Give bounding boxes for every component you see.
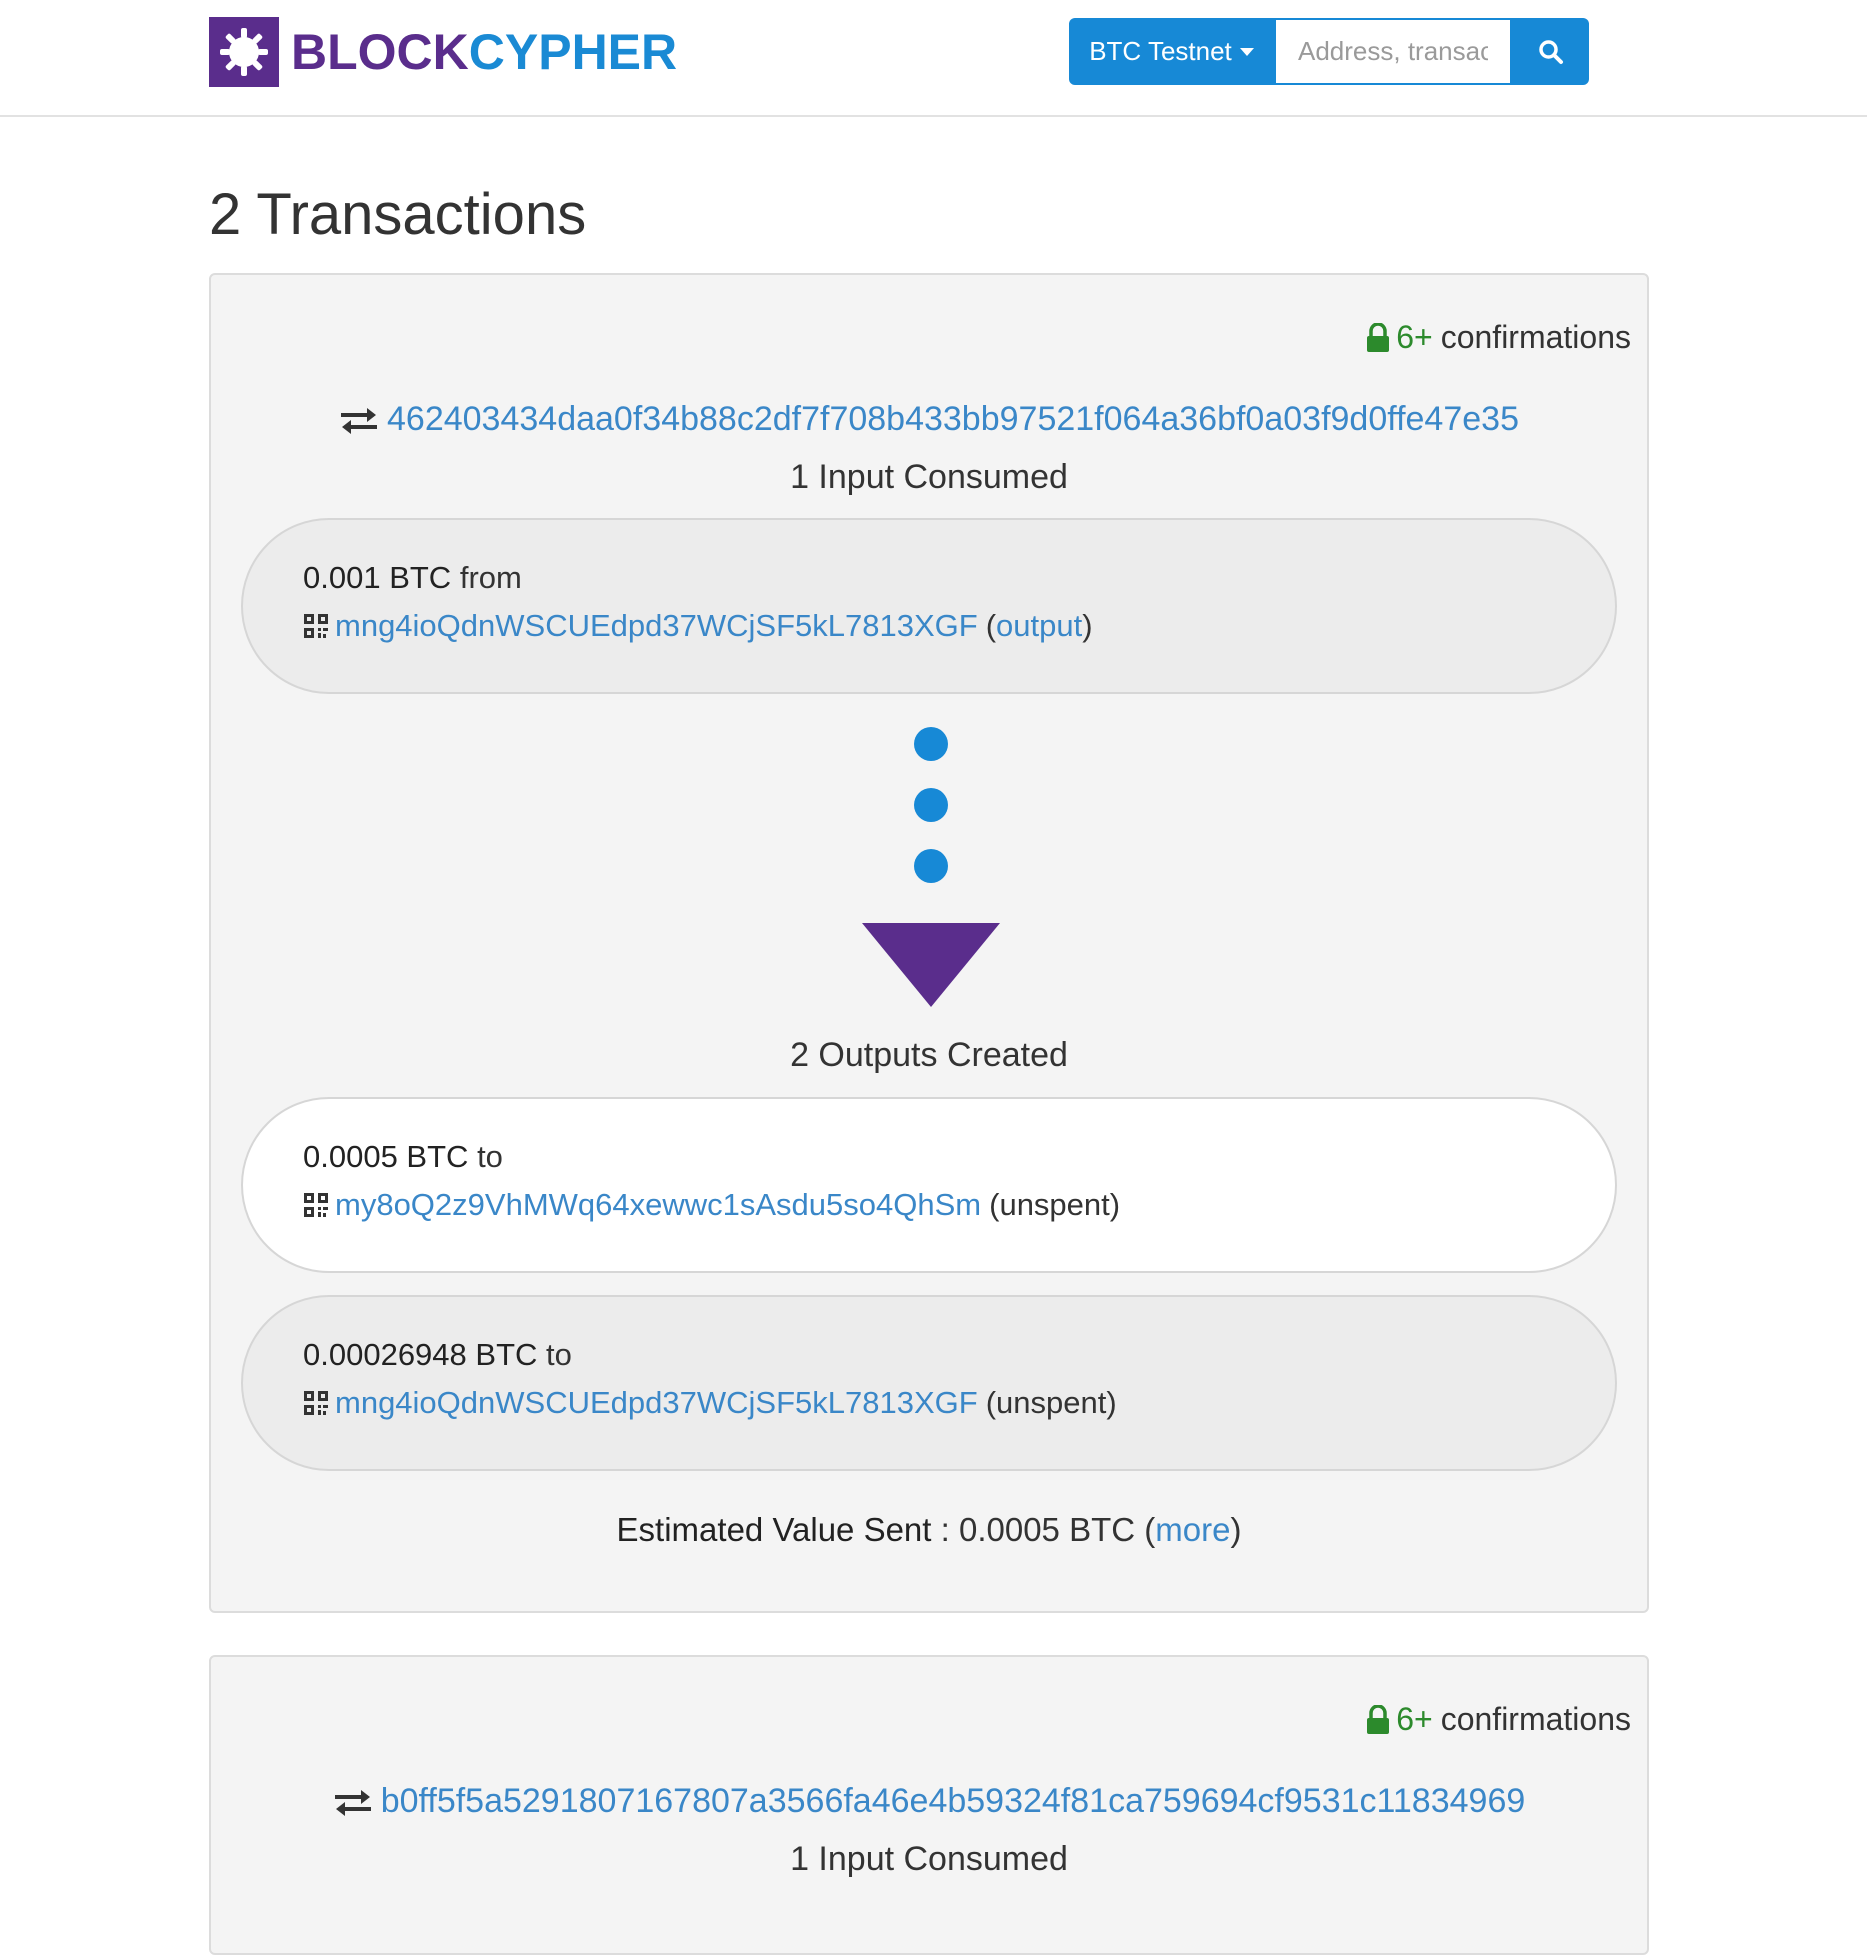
logo-text-cypher: CYPHER: [468, 24, 678, 80]
tx-hash-link[interactable]: b0ff5f5a5291807167807a3566fa46e4b59324f8…: [381, 1782, 1526, 1821]
confirmations-count: 6+: [1396, 319, 1433, 355]
qr-code-icon[interactable]: [303, 613, 329, 639]
tx-hash-row: b0ff5f5a5291807167807a3566fa46e4b59324f8…: [211, 1782, 1647, 1821]
flow-arrow-down-icon: [862, 923, 1000, 1007]
qr-code-icon[interactable]: [303, 1192, 329, 1218]
blockcypher-logo[interactable]: BLOCKCYPHER: [209, 17, 677, 87]
output-address-line: my8oQ2z9VhMWq64xewwc1sAsdu5so4QhSm (unsp…: [303, 1187, 1120, 1223]
qr-code-icon[interactable]: [303, 1390, 329, 1416]
estimated-value-amount: 0.0005 BTC: [958, 1511, 1136, 1548]
tx-hash-link[interactable]: 462403434daa0f34b88c2df7f708b433bb97521f…: [387, 400, 1519, 439]
output-address-line: mng4ioQdnWSCUEdpd37WCjSF5kL7813XGF (unsp…: [303, 1385, 1117, 1421]
exchange-arrows-icon: [339, 405, 387, 435]
search-input[interactable]: [1274, 18, 1512, 85]
lock-icon: [1366, 322, 1390, 353]
outputs-label: 2 Outputs Created: [790, 1036, 1068, 1074]
tx-hash-row: 462403434daa0f34b88c2df7f708b433bb97521f…: [211, 400, 1647, 439]
input-address-link[interactable]: mng4ioQdnWSCUEdpd37WCjSF5kL7813XGF: [335, 608, 978, 644]
estimated-value: Estimated Value Sent : 0.0005 BTC (more): [211, 1511, 1647, 1549]
confirmations-label: confirmations: [1440, 319, 1631, 355]
output-item: 0.00026948 BTC to mng4ioQdnWSCUEdpd37WCj…: [241, 1295, 1617, 1471]
page-title: 2 Transactions: [209, 182, 587, 247]
output-amount: 0.00026948 BTC: [303, 1337, 538, 1372]
output-item: 0.0005 BTC to my8oQ2z9VhMWq64xewwc1sAsdu…: [241, 1097, 1617, 1273]
output-direction: to: [477, 1139, 503, 1174]
transaction-card: 6+ confirmations 462403434daa0f34b88c2df…: [209, 273, 1649, 1613]
input-amount: 0.001 BTC: [303, 560, 452, 595]
network-dropdown[interactable]: BTC Testnet: [1069, 18, 1274, 85]
confirmations-badge: 6+ confirmations: [1366, 1701, 1631, 1738]
output-amount-line: 0.0005 BTC to: [303, 1139, 503, 1175]
output-amount: 0.0005 BTC: [303, 1139, 469, 1174]
output-direction: to: [546, 1337, 572, 1372]
inputs-label: 1 Input Consumed: [790, 1840, 1068, 1878]
search-icon: [1537, 38, 1565, 66]
more-paren-open: (: [1135, 1511, 1156, 1548]
confirmations-badge: 6+ confirmations: [1366, 319, 1631, 356]
output-status: (unspent): [989, 1187, 1121, 1222]
estimated-value-label: Estimated Value Sent: [616, 1511, 932, 1548]
more-paren-close: ): [1230, 1511, 1242, 1548]
estimated-value-separator: :: [931, 1511, 959, 1548]
transaction-card: 6+ confirmations b0ff5f5a5291807167807a3…: [209, 1655, 1649, 1955]
flow-dot: [914, 788, 948, 822]
input-paren-open: (: [985, 608, 997, 643]
network-dropdown-label: BTC Testnet: [1089, 36, 1232, 66]
logo-text-block: BLOCK: [291, 24, 469, 80]
lock-icon: [1366, 1704, 1390, 1735]
output-address-link[interactable]: mng4ioQdnWSCUEdpd37WCjSF5kL7813XGF: [335, 1385, 978, 1421]
caret-down-icon: [1239, 47, 1254, 56]
confirmations-count: 6+: [1396, 1701, 1433, 1737]
exchange-arrows-icon: [333, 1787, 381, 1817]
top-navbar: BLOCKCYPHER BTC Testnet: [0, 0, 1867, 117]
flow-dot: [914, 727, 948, 761]
flow-dot: [914, 849, 948, 883]
input-item: 0.001 BTC from mng4ioQdnWSCUEdpd37WCjSF5…: [241, 518, 1617, 694]
input-amount-line: 0.001 BTC from: [303, 560, 522, 596]
search-button[interactable]: [1512, 18, 1589, 85]
output-address-link[interactable]: my8oQ2z9VhMWq64xewwc1sAsdu5so4QhSm: [335, 1187, 981, 1223]
output-status: (unspent): [985, 1385, 1117, 1420]
input-address-line: mng4ioQdnWSCUEdpd37WCjSF5kL7813XGF (outp…: [303, 608, 1093, 644]
input-paren-close: ): [1082, 608, 1093, 643]
input-output-link[interactable]: output: [996, 608, 1082, 644]
input-direction: from: [459, 560, 522, 595]
inputs-label: 1 Input Consumed: [790, 458, 1068, 496]
output-amount-line: 0.00026948 BTC to: [303, 1337, 572, 1373]
confirmations-label: confirmations: [1440, 1701, 1631, 1737]
cog-logo-icon: [209, 17, 279, 87]
logo-wordmark: BLOCKCYPHER: [291, 23, 677, 81]
more-link[interactable]: more: [1155, 1511, 1230, 1548]
